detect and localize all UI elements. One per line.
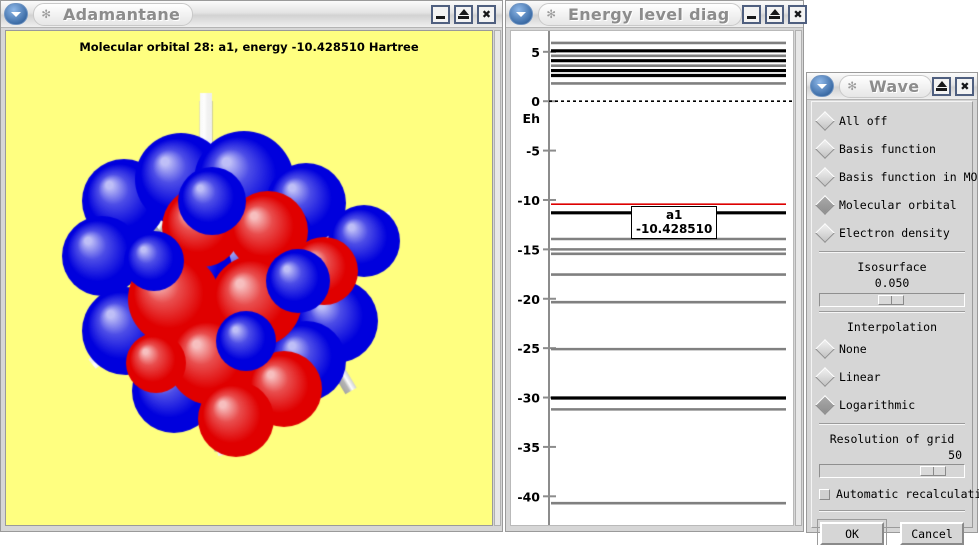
tooltip-symmetry: a1: [636, 208, 712, 222]
svg-text:-25: -25: [517, 341, 540, 356]
gear-icon: [848, 79, 862, 93]
radio-diamond-icon: [815, 139, 835, 159]
svg-text:-15: -15: [517, 242, 540, 257]
svg-text:-40: -40: [517, 489, 540, 504]
radio-interpolation-logarithmic[interactable]: Logarithmic: [818, 391, 966, 419]
energy-window-title: Energy level diag: [568, 5, 729, 24]
minimize-icon[interactable]: [431, 5, 450, 24]
window-menu-icon[interactable]: [4, 3, 28, 25]
svg-text:-5: -5: [526, 144, 540, 159]
radio-basis-function-in-mo[interactable]: Basis function in MO: [818, 163, 966, 191]
maximize-icon[interactable]: [765, 5, 784, 24]
radio-diamond-icon: [815, 167, 835, 187]
close-icon[interactable]: ✖: [477, 5, 496, 24]
divider: [819, 510, 965, 512]
divider: [819, 251, 965, 253]
resolution-slider-thumb[interactable]: [920, 466, 946, 476]
radio-label: Logarithmic: [839, 398, 915, 412]
wave-dialog-buttons: OK Cancel: [818, 516, 966, 545]
resolution-value: 50: [818, 447, 966, 464]
radio-label: Electron density: [839, 226, 950, 240]
ok-button[interactable]: OK: [820, 522, 884, 545]
radio-molecular-orbital[interactable]: Molecular orbital: [818, 191, 966, 219]
resolution-slider[interactable]: [819, 464, 965, 478]
energy-window-buttons: ✖: [742, 5, 810, 24]
radio-diamond-icon: [815, 223, 835, 243]
svg-text:0: 0: [531, 94, 540, 109]
wave-window-titlebar[interactable]: Wave ✖: [807, 73, 977, 100]
radio-diamond-icon: [815, 111, 835, 131]
molecular-orbital-render[interactable]: [6, 31, 493, 526]
checkbox-label: Automatic recalculation: [836, 487, 979, 501]
isosurface-label: Isosurface: [818, 257, 966, 275]
molecule-canvas-area[interactable]: Molecular orbital 28: a1, energy -10.428…: [5, 30, 493, 526]
radio-label: Basis function: [839, 142, 936, 156]
svg-text:-30: -30: [517, 391, 540, 406]
energy-level-chart[interactable]: 5 0 -5 -10 -15 -20 -25 -30 -35 -40 Eh a1 -10.42851…: [510, 30, 794, 526]
interpolation-label: Interpolation: [818, 317, 966, 335]
wave-window-title-pill: Wave: [839, 75, 932, 98]
molecular-orbital-caption: Molecular orbital 28: a1, energy -10.428…: [6, 40, 492, 54]
molecule-viewer-window: Adamantane ✖ Molecular orbital 28: a1, e…: [0, 0, 503, 532]
radio-diamond-icon-selected: [815, 395, 835, 415]
radio-label: Linear: [839, 370, 881, 384]
radio-interpolation-none[interactable]: None: [818, 335, 966, 363]
wave-dialog-window: Wave ✖ All off Basis function Basis func…: [806, 72, 978, 533]
molecule-window-title-pill: Adamantane: [33, 3, 193, 26]
isosurface-value: 0.050: [818, 275, 966, 293]
divider: [819, 311, 965, 313]
energy-window-titlebar[interactable]: Energy level diag ✖: [506, 1, 803, 28]
radio-diamond-icon-selected: [815, 195, 835, 215]
automatic-recalculation-checkbox[interactable]: Automatic recalculation: [818, 482, 966, 506]
window-menu-icon[interactable]: [509, 3, 533, 25]
radio-diamond-icon: [815, 339, 835, 359]
svg-text:5: 5: [531, 45, 540, 60]
radio-diamond-icon: [815, 367, 835, 387]
molecule-vertical-scrollbar[interactable]: [494, 30, 501, 526]
radio-interpolation-linear[interactable]: Linear: [818, 363, 966, 391]
radio-all-off[interactable]: All off: [818, 107, 966, 135]
wave-dialog-body: All off Basis function Basis function in…: [811, 101, 973, 528]
energy-level-tooltip: a1 -10.428510: [631, 206, 717, 239]
close-icon[interactable]: ✖: [788, 5, 807, 24]
isosurface-slider-thumb[interactable]: [878, 295, 904, 305]
energy-level-plot[interactable]: 5 0 -5 -10 -15 -20 -25 -30 -35 -40 Eh: [511, 31, 794, 526]
checkbox-icon: [819, 489, 830, 500]
application-root: Adamantane ✖ Molecular orbital 28: a1, e…: [0, 0, 979, 536]
molecule-window-title: Adamantane: [63, 5, 180, 24]
divider: [819, 423, 965, 425]
energy-vertical-scrollbar[interactable]: [795, 30, 802, 526]
resolution-label: Resolution of grid: [818, 429, 966, 447]
wave-window-buttons: ✖: [932, 77, 977, 96]
molecule-window-buttons: ✖: [431, 5, 499, 24]
svg-text:-20: -20: [517, 292, 540, 307]
radio-label: All off: [839, 114, 887, 128]
svg-text:-10: -10: [517, 193, 540, 208]
radio-label: Basis function in MO: [839, 170, 977, 184]
tooltip-energy: -10.428510: [636, 222, 712, 236]
svg-text:Eh: Eh: [523, 111, 540, 126]
energy-level-window: Energy level diag ✖ 5 0 -5 -10 -15 -20 -25 -30 -…: [505, 0, 804, 532]
radio-electron-density[interactable]: Electron density: [818, 219, 966, 247]
radio-label: None: [839, 342, 867, 356]
close-icon[interactable]: ✖: [955, 77, 974, 96]
svg-text:-35: -35: [517, 440, 540, 455]
isosurface-slider[interactable]: [819, 293, 965, 307]
energy-window-title-pill: Energy level diag: [538, 3, 742, 26]
window-menu-icon[interactable]: [810, 75, 834, 97]
wave-window-title: Wave: [869, 77, 919, 96]
molecule-window-titlebar[interactable]: Adamantane ✖: [1, 1, 502, 28]
maximize-icon[interactable]: [932, 77, 951, 96]
maximize-icon[interactable]: [454, 5, 473, 24]
gear-icon: [42, 7, 56, 21]
radio-basis-function[interactable]: Basis function: [818, 135, 966, 163]
radio-label: Molecular orbital: [839, 198, 957, 212]
minimize-icon[interactable]: [742, 5, 761, 24]
cancel-button[interactable]: Cancel: [900, 522, 964, 545]
gear-icon: [547, 7, 561, 21]
